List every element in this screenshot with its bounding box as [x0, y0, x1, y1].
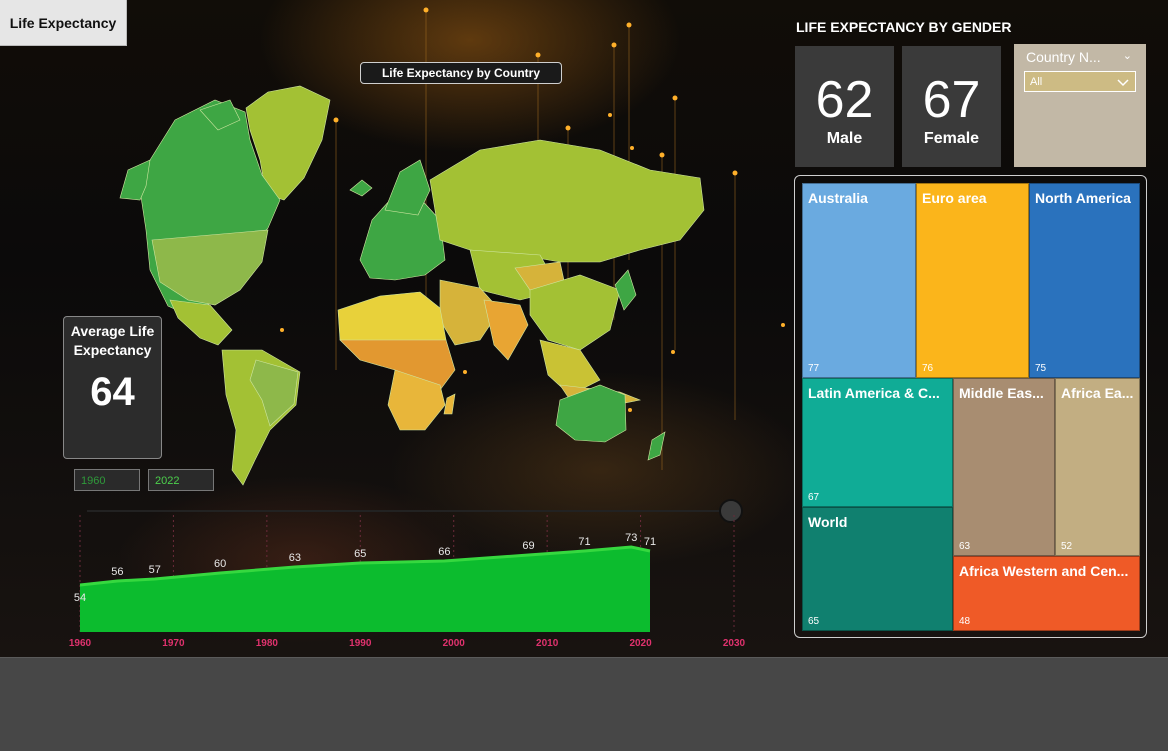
- tile-label: Euro area: [922, 190, 987, 206]
- treemap-tile-euro-area[interactable]: Euro area 76: [916, 183, 1029, 378]
- data-label: 56: [111, 566, 123, 578]
- male-kpi-card: 62 Male: [795, 46, 894, 167]
- life-expectancy-trend-chart: 54 56 57 60 63 65 66 69 71 73 71 1960 1970 1980 1990 2…: [69, 499, 746, 649]
- bottom-panel: [0, 657, 1168, 751]
- data-label: 54: [74, 592, 86, 604]
- x-tick-label: 1960: [69, 638, 92, 649]
- male-value: 62: [815, 71, 874, 129]
- tile-label: Latin America & C...: [808, 385, 940, 401]
- x-tick-label: 2030: [723, 638, 746, 649]
- slicer-title: Country N...: [1026, 49, 1101, 65]
- treemap-tile-north-america[interactable]: North America 75: [1029, 183, 1140, 378]
- tile-label: Africa Western and Cen...: [959, 563, 1129, 579]
- tile-value: 75: [1035, 363, 1047, 374]
- data-label: 63: [289, 552, 301, 564]
- gender-section-title: LIFE EXPECTANCY BY GENDER: [796, 19, 1012, 35]
- tile-label: North America: [1035, 190, 1131, 206]
- treemap-tile-australia[interactable]: Australia 77: [802, 183, 916, 378]
- data-label: 71: [644, 536, 656, 548]
- tile-value: 76: [922, 363, 934, 374]
- data-label: 69: [522, 540, 534, 552]
- country-slicer[interactable]: Country N... ⌄ All: [1014, 44, 1146, 167]
- data-label: 65: [354, 548, 366, 560]
- female-label: Female: [923, 130, 980, 147]
- treemap-tile-middle-east[interactable]: Middle Eas... 63: [953, 378, 1055, 556]
- x-tick-label: 1990: [349, 638, 372, 649]
- data-label: 71: [578, 536, 590, 548]
- female-kpi-card: 67 Female: [902, 46, 1001, 167]
- female-value: 67: [922, 71, 981, 129]
- tile-label: World: [808, 514, 848, 530]
- tile-label: Africa Ea...: [1061, 385, 1134, 401]
- data-label: 57: [149, 564, 161, 576]
- x-tick-label: 1970: [162, 638, 185, 649]
- tile-value: 52: [1061, 541, 1073, 552]
- male-label: Male: [826, 130, 863, 147]
- x-tick-label: 2010: [536, 638, 559, 649]
- x-tick-label: 1980: [256, 638, 279, 649]
- treemap-tile-africa-western[interactable]: Africa Western and Cen... 48: [953, 556, 1140, 631]
- year-slider-handle[interactable]: [719, 499, 743, 523]
- country-select-value: All: [1030, 76, 1043, 88]
- tile-label: Middle Eas...: [959, 385, 1044, 401]
- chevron-down-icon[interactable]: ⌄: [1123, 49, 1132, 65]
- tile-value: 63: [959, 541, 971, 552]
- country-select[interactable]: All: [1024, 71, 1136, 92]
- dropdown-chevron-icon: [1117, 79, 1129, 87]
- data-label: 60: [214, 558, 226, 570]
- x-tick-label: 2020: [629, 638, 652, 649]
- report-canvas: Life Expectancy Life Expectancy by Count…: [0, 0, 1168, 657]
- data-label: 66: [438, 546, 450, 558]
- treemap-tile-latin-america[interactable]: Latin America & C... 67: [802, 378, 953, 507]
- tile-value: 48: [959, 616, 971, 627]
- tile-label: Australia: [808, 190, 868, 206]
- data-label: 73: [625, 532, 637, 544]
- tile-value: 65: [808, 616, 820, 627]
- tile-value: 77: [808, 363, 820, 374]
- treemap-tile-africa-eastern[interactable]: Africa Ea... 52: [1055, 378, 1140, 556]
- treemap-tile-world[interactable]: World 65: [802, 507, 953, 631]
- tile-value: 67: [808, 492, 820, 503]
- x-tick-label: 2000: [443, 638, 466, 649]
- region-treemap: Australia 77 Euro area 76 North America …: [794, 175, 1147, 638]
